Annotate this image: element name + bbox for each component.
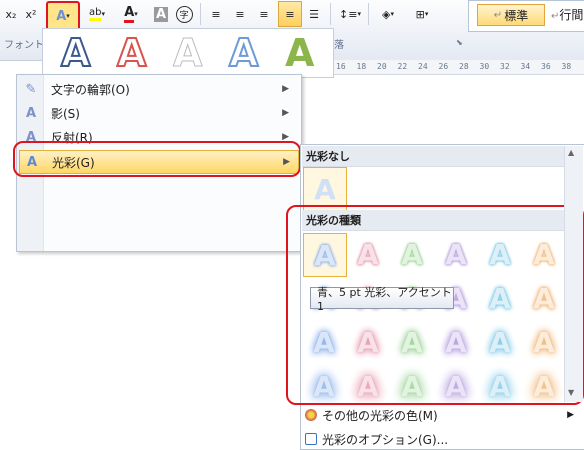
- color-palette-icon: [300, 409, 322, 421]
- font-group-label: フォント: [4, 40, 44, 51]
- pen-outline-icon: ✎: [25, 81, 37, 97]
- menu-item-shadow[interactable]: A 影(S) ▶: [19, 102, 297, 124]
- ruler-tick: 18: [356, 62, 367, 71]
- paragraph-mark-icon: ↵: [493, 9, 503, 21]
- no-glow-heading: 光彩なし: [302, 146, 570, 167]
- style-no-spacing[interactable]: ↵行間: [551, 6, 583, 23]
- submenu-arrow-icon: ▶: [282, 108, 289, 118]
- justify-button[interactable]: ≡: [278, 1, 302, 27]
- align-center-button[interactable]: ≡: [230, 3, 250, 25]
- divider: [330, 3, 331, 25]
- shading-button[interactable]: ◈ ▾: [374, 3, 402, 25]
- justify-icon: ≡: [285, 7, 295, 21]
- align-left-button[interactable]: ≡: [206, 3, 226, 25]
- borders-icon: ⊞: [415, 7, 425, 21]
- align-center-icon: ≡: [235, 7, 245, 21]
- text-effects-gallery: A A A A A: [42, 28, 334, 78]
- ruler-tick: 34: [520, 62, 531, 71]
- effect-A-outline-blue[interactable]: A: [60, 30, 91, 76]
- options-square-icon: [300, 433, 322, 445]
- chevron-down-icon: ▾: [101, 10, 105, 18]
- highlight-annotation: [13, 141, 301, 177]
- shadow-A-icon: A: [25, 105, 37, 121]
- submenu-scrollbar[interactable]: ▲ ▼: [564, 146, 583, 402]
- style-normal[interactable]: ↵ 標準: [477, 4, 545, 26]
- text-effect-button[interactable]: A ▾: [46, 1, 80, 31]
- divider: [368, 3, 369, 25]
- horizontal-ruler: 16 18 20 22 24 26 28 30 32 34 36 38: [330, 60, 584, 75]
- glow-options-item[interactable]: 光彩のオプション(G)...: [300, 428, 584, 450]
- ruler-tick: 28: [459, 62, 469, 71]
- chevron-down-icon: ▾: [357, 10, 361, 18]
- subscript-button[interactable]: x₂: [2, 3, 20, 25]
- ruler-tick: 32: [500, 62, 510, 71]
- ruler-tick: 36: [541, 62, 551, 71]
- divider: [200, 3, 201, 25]
- submenu-arrow-icon: ▶: [282, 84, 289, 94]
- submenu-arrow-icon: ▶: [567, 410, 574, 420]
- highlighter-icon: ab: [89, 7, 102, 21]
- tooltip: 青、5 pt 光彩、アクセント 1: [310, 286, 454, 313]
- align-right-button[interactable]: ≡: [254, 3, 274, 25]
- char-shading-button[interactable]: A: [152, 3, 170, 25]
- effect-A-green[interactable]: A: [285, 31, 314, 75]
- effect-A-outline-lightblue[interactable]: A: [228, 30, 259, 76]
- char-shading-icon: A: [153, 6, 169, 22]
- ruler-tick: 26: [438, 62, 449, 71]
- line-spacing-icon: ↕≡: [339, 7, 358, 21]
- superscript-button[interactable]: x²: [22, 3, 40, 25]
- scroll-up-icon[interactable]: ▲: [568, 148, 574, 157]
- paint-bucket-icon: ◈: [382, 7, 391, 21]
- effect-A-outline-red[interactable]: A: [116, 30, 147, 76]
- enclosed-char-button[interactable]: 字: [174, 3, 194, 25]
- ruler-tick: 38: [561, 62, 572, 71]
- effect-A-outline-gray[interactable]: A: [172, 31, 202, 76]
- more-glow-colors-item[interactable]: その他の光彩の色(M) ▶: [300, 404, 584, 426]
- distribute-button[interactable]: ☰: [304, 3, 324, 25]
- menu-item-outline[interactable]: ✎ 文字の輪郭(O) ▶: [19, 78, 297, 100]
- borders-button[interactable]: ⊞ ▾: [408, 3, 436, 25]
- font-color-button[interactable]: A ▾: [116, 3, 146, 25]
- text-effect-icon: A: [56, 8, 67, 24]
- ruler-tick: 22: [397, 62, 408, 71]
- ruler-tick: 16: [336, 62, 346, 71]
- chevron-down-icon: ▾: [134, 10, 138, 18]
- styles-gallery: ↵ 標準 ↵行間: [468, 0, 584, 32]
- highlight-button[interactable]: ab ▾: [82, 3, 112, 25]
- align-right-icon: ≡: [259, 7, 269, 21]
- distribute-icon: ☰: [309, 7, 319, 21]
- ruler-tick: 20: [377, 62, 387, 71]
- font-color-icon: A: [124, 5, 135, 23]
- chevron-down-icon: ▾: [66, 12, 70, 20]
- align-left-icon: ≡: [211, 7, 221, 21]
- dialog-launcher-icon[interactable]: ⬊: [456, 38, 463, 47]
- chevron-down-icon: ▾: [424, 10, 429, 18]
- paragraph-group-label: 落: [334, 40, 344, 51]
- ruler-tick: 24: [418, 62, 428, 71]
- ruler-tick: 30: [479, 62, 490, 71]
- line-spacing-button[interactable]: ↕≡ ▾: [336, 3, 364, 25]
- enclosed-char-icon: 字: [175, 5, 193, 23]
- scroll-down-icon[interactable]: ▼: [568, 388, 574, 397]
- chevron-down-icon: ▾: [390, 10, 394, 18]
